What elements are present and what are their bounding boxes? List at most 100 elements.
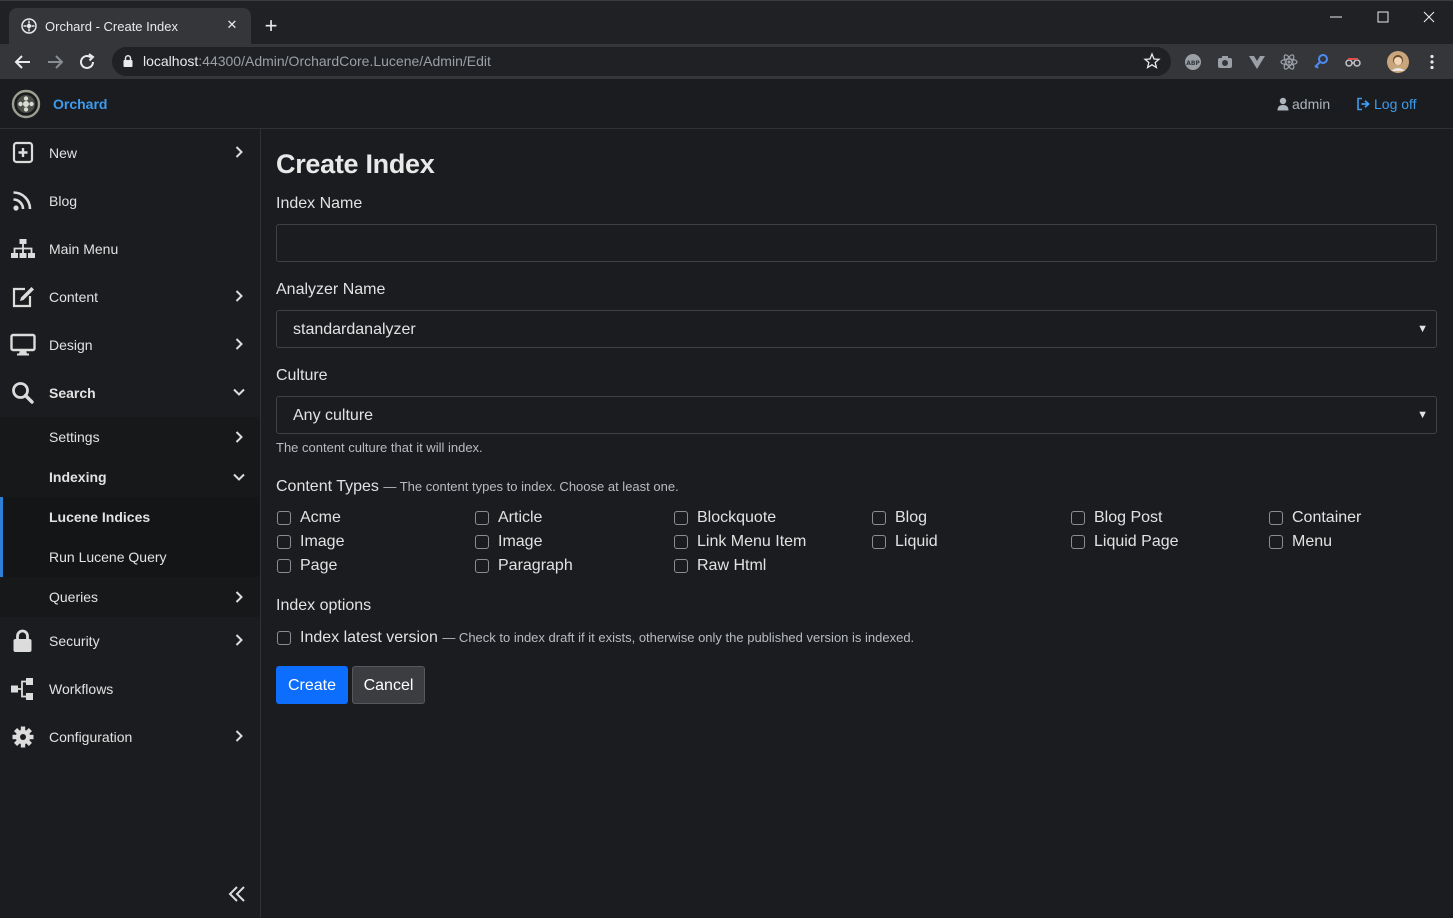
sidebar-item-queries[interactable]: Queries <box>0 577 260 617</box>
maximize-window-icon[interactable] <box>1360 5 1406 29</box>
cancel-button[interactable]: Cancel <box>352 666 425 704</box>
close-tab-icon[interactable]: ✕ <box>223 16 241 34</box>
user-name: admin <box>1292 96 1331 112</box>
checkbox-label: Index latest version — Check to index dr… <box>300 629 915 646</box>
bookmark-star-icon[interactable] <box>1143 52 1161 70</box>
sidebar-item-indexing[interactable]: Indexing <box>0 457 260 497</box>
profile-avatar[interactable] <box>1386 50 1410 74</box>
sidebar-item-label: Lucene Indices <box>49 509 151 525</box>
sign-out-icon <box>1357 97 1370 111</box>
analyzer-name-label: Analyzer Name <box>276 281 386 298</box>
checkbox-box[interactable] <box>1269 511 1283 525</box>
checkbox-box[interactable] <box>1071 511 1085 525</box>
react-icon[interactable] <box>1279 52 1299 72</box>
search-icon <box>12 382 34 404</box>
logoff-link[interactable]: Log off <box>1356 96 1417 112</box>
culture-hint: The content culture that it will index. <box>276 440 483 455</box>
checkbox-box[interactable] <box>277 631 291 645</box>
index-name-input[interactable] <box>276 224 1437 262</box>
sidebar-item-design[interactable]: Design <box>0 321 260 369</box>
page-title: Create Index <box>276 149 435 179</box>
culture-selected-value: Any culture <box>293 407 374 424</box>
abp-icon[interactable]: ABP <box>1183 52 1203 72</box>
checkbox-box[interactable] <box>277 559 291 573</box>
sidebar-item-content[interactable]: Content <box>0 273 260 321</box>
sidebar-item-label: Security <box>49 633 100 649</box>
app-header: Orchard admin Log off <box>0 79 1453 129</box>
checkbox-box[interactable] <box>674 535 688 549</box>
brand-name[interactable]: Orchard <box>53 96 107 112</box>
browser-tab[interactable]: Orchard - Create Index ✕ <box>9 8 251 45</box>
content-types-heading: Content Types — The content types to ind… <box>276 478 679 496</box>
browser-tab-strip: Orchard - Create Index ✕ + <box>0 0 1453 45</box>
culture-select[interactable]: Any culture ▼ <box>276 396 1437 434</box>
checkbox-box[interactable] <box>475 559 489 573</box>
checkbox-box[interactable] <box>872 535 886 549</box>
sidebar-item-label: Run Lucene Query <box>49 549 167 565</box>
edit-icon <box>12 287 34 308</box>
sidebar-item-lucene-indices[interactable]: Lucene Indices <box>0 497 260 537</box>
checkbox-label: Raw Html <box>697 557 767 574</box>
chevron-right-icon <box>235 431 243 443</box>
checkbox-label: Link Menu Item <box>697 533 807 550</box>
sidebar-item-label: Search <box>49 385 96 401</box>
analyzer-select[interactable]: standardanalyzer ▼ <box>276 310 1437 348</box>
checkbox-box[interactable] <box>1071 535 1085 549</box>
index-latest-version-hint: — Check to index draft if it exists, oth… <box>442 630 915 645</box>
sitemap-icon <box>11 239 35 258</box>
chevron-right-icon <box>235 338 243 350</box>
sidebar-item-security[interactable]: Security <box>0 617 260 665</box>
checkbox-label: Liquid Page <box>1094 533 1179 550</box>
address-bar[interactable]: localhost:44300/Admin/OrchardCore.Lucene… <box>112 47 1171 76</box>
forward-arrow-icon[interactable] <box>42 49 68 75</box>
new-tab-button[interactable]: + <box>259 14 283 38</box>
rss-icon <box>13 191 32 211</box>
content-types-hint: — The content types to index. Choose at … <box>383 479 679 494</box>
sidebar-item-label: Workflows <box>49 681 114 697</box>
index-name-label: Index Name <box>276 195 363 212</box>
collapse-sidebar-icon[interactable] <box>226 883 248 905</box>
checkbox-box[interactable] <box>872 511 886 525</box>
camera-icon[interactable] <box>1215 52 1235 72</box>
checkbox-box[interactable] <box>1269 535 1283 549</box>
sidebar-item-workflows[interactable]: Workflows <box>0 665 260 713</box>
plus-square-icon <box>12 141 34 164</box>
sidebar-item-configuration[interactable]: Configuration <box>0 713 260 761</box>
glasses-icon[interactable] <box>1343 52 1363 72</box>
vue-icon[interactable] <box>1247 52 1267 72</box>
checkbox-box[interactable] <box>674 559 688 573</box>
content-types-label: Content Types <box>276 478 379 495</box>
checkbox-box[interactable] <box>277 535 291 549</box>
kebab-menu-icon[interactable] <box>1422 52 1442 72</box>
checkbox-label: Page <box>300 557 338 574</box>
sidebar-item-label: Queries <box>49 589 99 605</box>
create-button[interactable]: Create <box>276 666 348 704</box>
checkbox-box[interactable] <box>475 535 489 549</box>
sidebar-item-settings[interactable]: Settings <box>0 417 260 457</box>
checkbox-label: Paragraph <box>498 557 573 574</box>
reload-icon[interactable] <box>74 49 100 75</box>
chevron-right-icon <box>235 730 243 742</box>
sidebar-item-new[interactable]: New <box>0 129 260 177</box>
sidebar-item-label: Indexing <box>49 469 107 485</box>
lock-icon <box>123 55 133 67</box>
user-menu[interactable]: admin <box>1277 96 1330 112</box>
sidebar-item-run-lucene-query[interactable]: Run Lucene Query <box>0 537 260 577</box>
orchard-logo-icon[interactable] <box>11 89 41 119</box>
sidebar-item-blog[interactable]: Blog <box>0 177 260 225</box>
caret-down-icon: ▼ <box>1417 323 1428 335</box>
checkbox-label: Menu <box>1292 533 1333 550</box>
checkbox-box[interactable] <box>475 511 489 525</box>
sidebar-item-main-menu[interactable]: Main Menu <box>0 225 260 273</box>
logoff-label: Log off <box>1374 96 1417 112</box>
culture-label: Culture <box>276 367 328 384</box>
checkbox-box[interactable] <box>674 511 688 525</box>
close-window-icon[interactable] <box>1406 5 1452 29</box>
minimize-window-icon[interactable] <box>1313 5 1359 29</box>
checkbox-label: Liquid <box>895 533 938 550</box>
key-icon[interactable] <box>1311 52 1331 72</box>
back-arrow-icon[interactable] <box>10 49 36 75</box>
desktop-icon <box>10 333 36 356</box>
sidebar-item-search[interactable]: Search <box>0 369 260 417</box>
checkbox-box[interactable] <box>277 511 291 525</box>
